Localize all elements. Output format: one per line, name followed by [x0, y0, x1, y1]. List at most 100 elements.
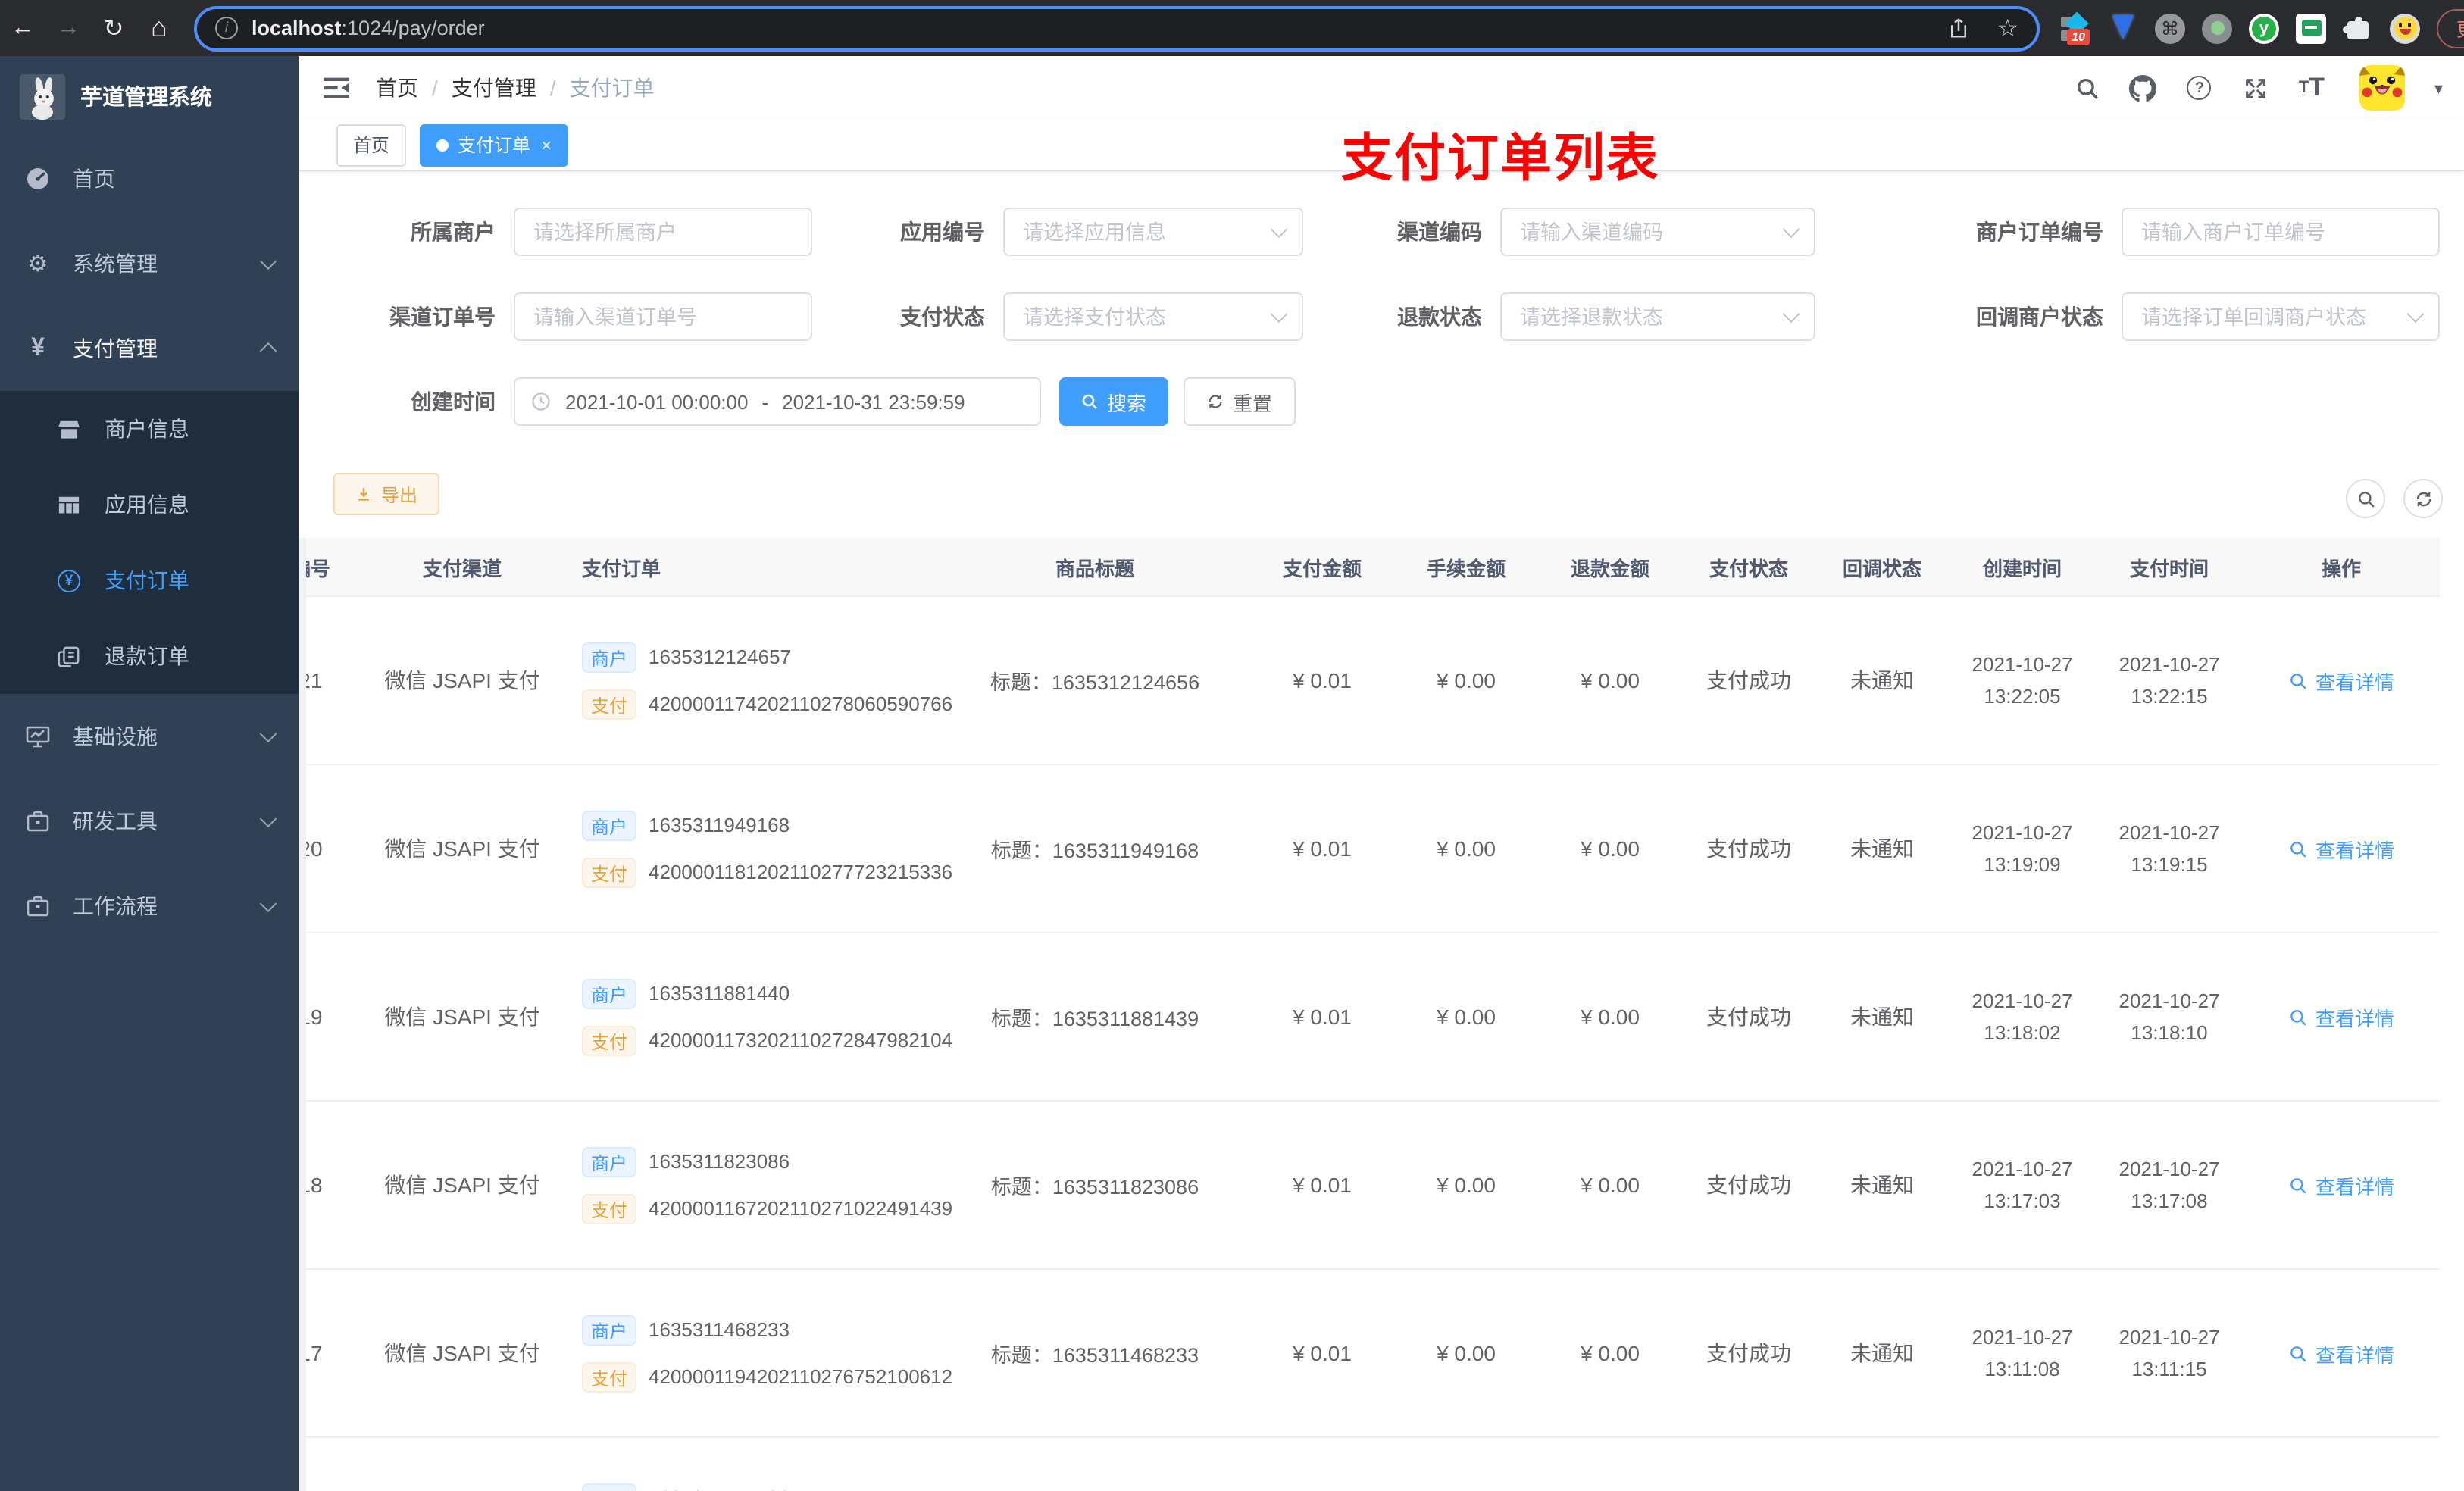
cell-refund: ¥ 0.00	[1581, 668, 1640, 692]
view-detail-link[interactable]: 查看详情	[2288, 1339, 2394, 1368]
breadcrumb: 首页 / 支付管理 / 支付订单	[376, 73, 655, 103]
browser-forward-icon[interactable]: →	[45, 14, 91, 42]
browser-home-icon[interactable]: ⌂	[136, 12, 182, 44]
fullscreen-icon[interactable]	[2242, 74, 2269, 102]
sidebar-item-app-info[interactable]: 应用信息	[0, 467, 299, 542]
profile-avatar-icon[interactable]	[2390, 13, 2420, 43]
magnifier-icon	[2290, 1009, 2306, 1025]
refund-status-input[interactable]	[1502, 294, 1814, 339]
sidebar-item-system[interactable]: ⚙ 系统管理	[0, 221, 299, 306]
col-title: 商品标题	[1055, 557, 1134, 580]
pay-status-select[interactable]	[1003, 292, 1303, 341]
view-detail-link[interactable]: 查看详情	[2288, 834, 2394, 863]
pay-order-no: 4200001174202110278060590766	[649, 692, 953, 715]
extension-record-icon[interactable]	[2202, 13, 2232, 43]
toggle-search-button[interactable]	[2346, 479, 2385, 518]
address-bar[interactable]: i localhost:1024/pay/order ☆	[194, 5, 2040, 51]
breadcrumb-payment[interactable]: 支付管理	[452, 73, 536, 103]
close-icon[interactable]: ×	[541, 134, 552, 155]
cell-order: 商户 1635311468233 支付 42000011942021102767…	[561, 1314, 952, 1392]
cell-actions: 查看详情	[2243, 1002, 2440, 1031]
sidebar-item-payment[interactable]: ¥ 支付管理	[0, 306, 299, 391]
view-detail-link[interactable]: 查看详情	[2288, 666, 2394, 695]
extensions-puzzle-icon[interactable]	[2343, 13, 2373, 43]
site-info-icon[interactable]: i	[215, 17, 238, 39]
cell-fee: ¥ 0.00	[1437, 1005, 1496, 1029]
view-detail-link[interactable]: 查看详情	[2288, 1171, 2394, 1199]
channel-order-no-field[interactable]	[514, 292, 812, 341]
cell-amount: ¥ 0.01	[1293, 1341, 1352, 1365]
pay-order-no: 4200001181202110277723215336	[649, 861, 953, 883]
extension-command-icon[interactable]: ⌘	[2155, 13, 2185, 43]
extension-chat-icon[interactable]	[2296, 13, 2326, 43]
search-button[interactable]: 搜索	[1059, 377, 1168, 426]
sidebar-item-pay-order[interactable]: ¥ 支付订单	[0, 542, 299, 618]
sidebar-item-workflow[interactable]: 工作流程	[0, 864, 299, 949]
date-range-picker[interactable]: 2021-10-01 00:00:00 - 2021-10-31 23:59:5…	[514, 377, 1041, 426]
refund-status-select[interactable]	[1500, 292, 1815, 341]
app-logo[interactable]: 芋道管理系统	[0, 56, 299, 136]
date-start[interactable]: 2021-10-01 00:00:00	[565, 390, 748, 413]
tab-home[interactable]: 首页	[336, 123, 407, 166]
cell-channel: 微信 JSAPI 支付	[384, 1173, 540, 1197]
date-end[interactable]: 2021-10-31 23:59:59	[782, 390, 965, 413]
channel-code-input[interactable]	[1502, 209, 1814, 255]
help-icon[interactable]: ?	[2186, 74, 2213, 102]
merchant-select[interactable]	[514, 208, 812, 256]
app-select[interactable]	[1003, 208, 1303, 256]
sidebar-item-merchant-info[interactable]: 商户信息	[0, 391, 299, 467]
tab-pay-order[interactable]: 支付订单 ×	[420, 123, 569, 166]
github-icon[interactable]	[2129, 74, 2157, 102]
sidebar: 芋道管理系统 首页 ⚙ 系统管理 ¥ 支付管理 商户信息 应用信息 ¥ 支付订单…	[0, 56, 299, 1491]
date-separator: -	[761, 390, 769, 413]
notify-status-select[interactable]	[2122, 292, 2440, 341]
sidebar-item-infrastructure[interactable]: 基础设施	[0, 694, 299, 779]
avatar-caret-icon[interactable]: ▾	[2434, 78, 2443, 98]
merchant-tag: 商户	[582, 1146, 637, 1177]
refresh-button[interactable]	[2403, 479, 2443, 518]
url-text[interactable]: localhost:1024/pay/order	[252, 17, 485, 39]
sidebar-item-dev-tools[interactable]: 研发工具	[0, 779, 299, 864]
merchant-order-no-input[interactable]	[2123, 209, 2438, 255]
sidebar-toggle-icon[interactable]	[321, 73, 352, 103]
pay-status-input[interactable]	[1005, 294, 1302, 339]
share-icon[interactable]	[1946, 17, 1969, 39]
extension-kite-icon[interactable]	[2108, 13, 2138, 43]
cell-create-time: 2021-10-27 13:18:02	[1972, 989, 2073, 1044]
cell-order: 商户 1635311949168 支付 42000011812021102777…	[561, 810, 952, 887]
table-row: 20 微信 JSAPI 支付 商户 1635311949168 支付 42000…	[306, 765, 2440, 933]
filter-channel-code: 渠道编码	[1284, 208, 1815, 256]
extension-diamond-icon[interactable]: 10	[2061, 11, 2091, 45]
orders-table: 编号 支付渠道 支付订单 商品标题 支付金额 手续金额 退款金额 支付状态 回调…	[306, 538, 2440, 1491]
breadcrumb-home[interactable]: 首页	[376, 73, 418, 103]
merchant-input[interactable]	[515, 209, 811, 255]
browser-reload-icon[interactable]: ↻	[91, 13, 136, 43]
reset-button[interactable]: 重置	[1184, 377, 1296, 426]
sidebar-item-refund-order[interactable]: 退款订单	[0, 618, 299, 694]
table-row: 19 微信 JSAPI 支付 商户 1635311881440 支付 42000…	[306, 933, 2440, 1102]
col-amount: 支付金额	[1282, 557, 1362, 580]
browser-back-icon[interactable]: ←	[0, 14, 45, 42]
browser-update-button[interactable]: 更新 ⋮	[2437, 8, 2464, 48]
channel-code-select[interactable]	[1500, 208, 1815, 256]
view-detail-link[interactable]: 查看详情	[2288, 1002, 2394, 1031]
merchant-order-no-field[interactable]	[2122, 208, 2440, 256]
main-area: 支付订单列表 首页 / 支付管理 / 支付订单 ? T T ▾ 首页 支付订单 …	[299, 56, 2464, 1491]
cell-order: 商户 1635311823086 支付 42000011672021102710…	[561, 1146, 952, 1224]
app-input[interactable]	[1005, 209, 1302, 255]
col-pay-time: 支付时间	[2129, 557, 2209, 580]
search-icon[interactable]	[2074, 74, 2101, 102]
cell-channel: 微信 JSAPI 支付	[384, 668, 540, 692]
channel-order-no-input[interactable]	[515, 294, 811, 339]
notify-status-input[interactable]	[2123, 294, 2438, 339]
extension-y-icon[interactable]: y	[2249, 13, 2279, 43]
cell-create-time: 2021-10-27 13:22:05	[1972, 653, 2073, 708]
user-avatar[interactable]	[2359, 65, 2406, 111]
chevron-up-icon	[259, 342, 277, 360]
bookmark-star-icon[interactable]: ☆	[1997, 13, 2018, 43]
font-size-icon[interactable]: TT	[2298, 73, 2325, 102]
merchant-order-no: 1635311823086	[649, 1150, 790, 1173]
pay-tag: 支付	[582, 1361, 637, 1392]
export-button[interactable]: 导出	[333, 473, 439, 515]
sidebar-item-home[interactable]: 首页	[0, 136, 299, 221]
